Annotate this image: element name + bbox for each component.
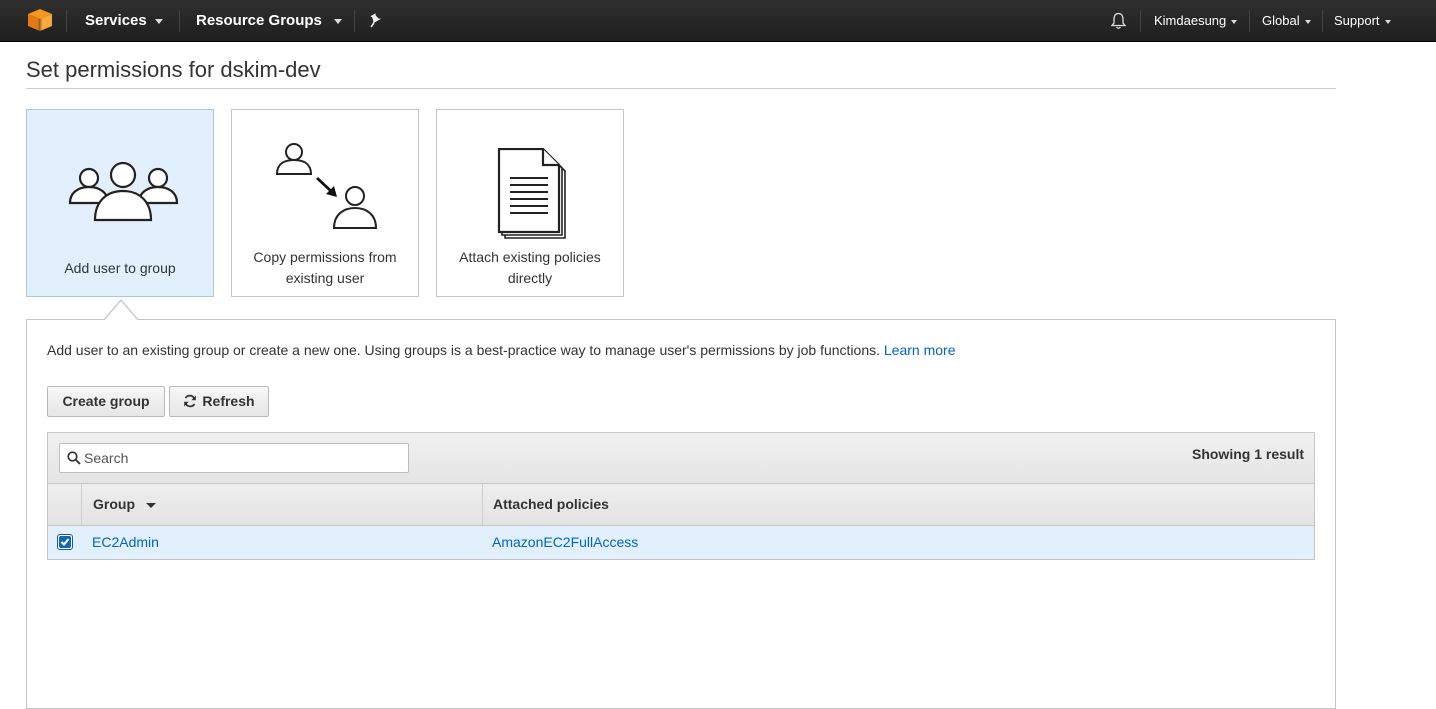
panel-description: Add user to an existing group or create … — [47, 342, 955, 358]
policy-link[interactable]: AmazonEC2FullAccess — [492, 526, 638, 559]
resource-groups-menu[interactable]: Resource Groups — [196, 0, 342, 41]
column-header-label: Group — [93, 496, 135, 512]
column-divider — [81, 484, 82, 525]
search-icon — [67, 451, 81, 465]
group-name-link[interactable]: EC2Admin — [92, 526, 159, 559]
nav-divider — [1249, 10, 1250, 32]
refresh-icon — [184, 394, 197, 408]
create-group-label: Create group — [62, 393, 150, 409]
chevron-down-icon — [1384, 19, 1391, 24]
policy-document-icon — [497, 148, 566, 239]
row-checkbox[interactable] — [57, 534, 73, 550]
user-group-icon — [68, 161, 179, 222]
create-group-button[interactable]: Create group — [47, 386, 165, 417]
description-text: Add user to an existing group or create … — [47, 342, 880, 358]
nav-divider — [1140, 10, 1141, 32]
result-count: Showing 1 result — [1191, 446, 1304, 462]
learn-more-link[interactable]: Learn more — [884, 342, 956, 358]
table-header: Group Attached policies — [48, 484, 1314, 526]
table-toolbar: Showing 1 result — [48, 433, 1314, 484]
title-divider — [26, 88, 1336, 89]
chevron-down-icon — [333, 18, 342, 24]
account-menu-label: Kimdaesung — [1154, 13, 1227, 28]
option-label: Copy permissions from existing user — [253, 249, 397, 286]
option-attach-policies[interactable]: Attach existing policies directly — [436, 109, 624, 297]
table-row[interactable]: EC2Admin AmazonEC2FullAccess — [48, 526, 1314, 559]
nav-divider — [354, 10, 355, 32]
search-box[interactable] — [59, 443, 409, 473]
option-label: Attach existing policies directly — [459, 249, 601, 286]
notifications-bell-icon[interactable] — [1110, 12, 1127, 30]
search-input[interactable] — [84, 444, 404, 472]
chevron-down-icon — [1304, 19, 1311, 24]
support-menu-label: Support — [1334, 13, 1380, 28]
column-header-group[interactable]: Group — [93, 484, 156, 525]
groups-table: Showing 1 result Group Attached policies… — [47, 432, 1315, 560]
copy-user-arrow-icon — [275, 143, 378, 229]
services-menu[interactable]: Services — [85, 0, 163, 41]
option-add-user-to-group[interactable]: Add user to group — [26, 109, 214, 297]
account-menu[interactable]: Kimdaesung — [1154, 0, 1238, 41]
column-header-attached-policies[interactable]: Attached policies — [493, 484, 609, 525]
nav-divider — [179, 10, 180, 32]
support-menu[interactable]: Support — [1334, 0, 1391, 41]
checkmark-icon — [59, 536, 71, 548]
region-menu-label: Global — [1262, 13, 1300, 28]
selected-option-pointer-fill — [104, 301, 138, 321]
refresh-button[interactable]: Refresh — [169, 386, 269, 417]
services-menu-label: Services — [85, 12, 147, 29]
aws-cube-logo-icon[interactable] — [28, 9, 52, 31]
chevron-down-icon — [154, 18, 163, 24]
column-divider — [482, 484, 483, 525]
nav-divider — [1322, 10, 1323, 32]
refresh-label: Refresh — [202, 393, 255, 409]
pin-icon[interactable] — [369, 13, 383, 28]
option-label: Add user to group — [64, 260, 176, 276]
sort-descending-icon — [145, 502, 156, 508]
option-copy-permissions[interactable]: Copy permissions from existing user — [231, 109, 419, 297]
nav-divider — [66, 10, 67, 32]
chevron-down-icon — [1231, 19, 1238, 24]
page-title: Set permissions for dskim-dev — [26, 57, 321, 82]
region-menu[interactable]: Global — [1262, 0, 1311, 41]
top-navigation-bar: Services Resource Groups Kimdaesung Glob… — [0, 0, 1436, 42]
resource-groups-menu-label: Resource Groups — [196, 12, 322, 29]
